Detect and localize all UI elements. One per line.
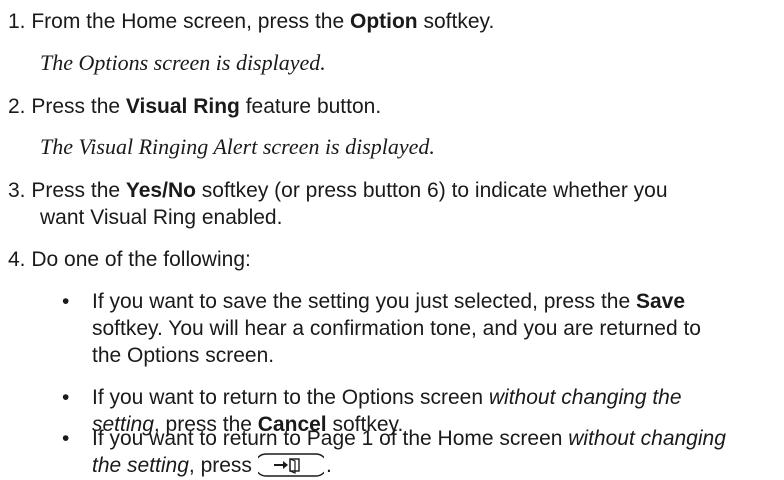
step-text: feature button. [239, 95, 382, 118]
step-1-result: The Options screen is displayed. [40, 50, 326, 75]
feature-button-label: Visual Ring [125, 95, 240, 118]
home-exit-key-icon [257, 453, 324, 477]
bullet-text: If you want to save the setting you just… [92, 290, 636, 313]
softkey-label: Yes/No [125, 179, 196, 202]
bullet-3-line-2: the setting, press . [92, 452, 332, 479]
step-3-continuation: want Visual Ring enabled. [40, 206, 283, 229]
step-4: 4. Do one of the following: [8, 246, 251, 273]
step-text: softkey. [417, 10, 495, 33]
bullet-text: If you want to return to Page 1 of the H… [92, 427, 569, 450]
bullet-symbol: • [62, 290, 70, 313]
emphasis-text: the setting [92, 454, 189, 477]
step-text: Press the [31, 179, 126, 202]
bullet-1-line-3: the Options screen. [92, 344, 275, 367]
step-3: 3. Press the Yes/No softkey (or press bu… [8, 177, 668, 204]
step-text: Do one of the following: [31, 248, 251, 271]
emphasis-text: without changing [568, 427, 726, 450]
step-number: 3. [8, 179, 26, 202]
bullet-text: . [325, 454, 332, 477]
instruction-document: 1. From the Home screen, press the Optio… [0, 0, 784, 480]
bullet-1-line-1: If you want to save the setting you just… [92, 288, 685, 315]
softkey-label: Option [349, 10, 418, 33]
step-text: Press the [31, 95, 126, 118]
step-number: 1. [8, 10, 26, 33]
bullet-text: , press [188, 454, 252, 477]
step-text: softkey (or press button 6) to indicate … [195, 179, 668, 202]
bullet-2-line-1: If you want to return to the Options scr… [92, 384, 682, 411]
bullet-3-line-1: If you want to return to Page 1 of the H… [92, 425, 726, 452]
step-1: 1. From the Home screen, press the Optio… [8, 8, 494, 35]
bullet-1-line-2: softkey. You will hear a confirmation to… [92, 317, 701, 340]
step-number: 4. [8, 248, 26, 271]
softkey-label: Save [635, 290, 686, 313]
step-text: From the Home screen, press the [31, 10, 350, 33]
step-number: 2. [8, 95, 26, 118]
bullet-text: If you want to return to the Options scr… [92, 386, 489, 409]
bullet-symbol: • [62, 386, 70, 409]
bullet-symbol: • [62, 427, 70, 450]
step-2: 2. Press the Visual Ring feature button. [8, 93, 381, 120]
step-2-result: The Visual Ringing Alert screen is displ… [40, 134, 435, 159]
emphasis-text: without changing the [488, 386, 682, 409]
